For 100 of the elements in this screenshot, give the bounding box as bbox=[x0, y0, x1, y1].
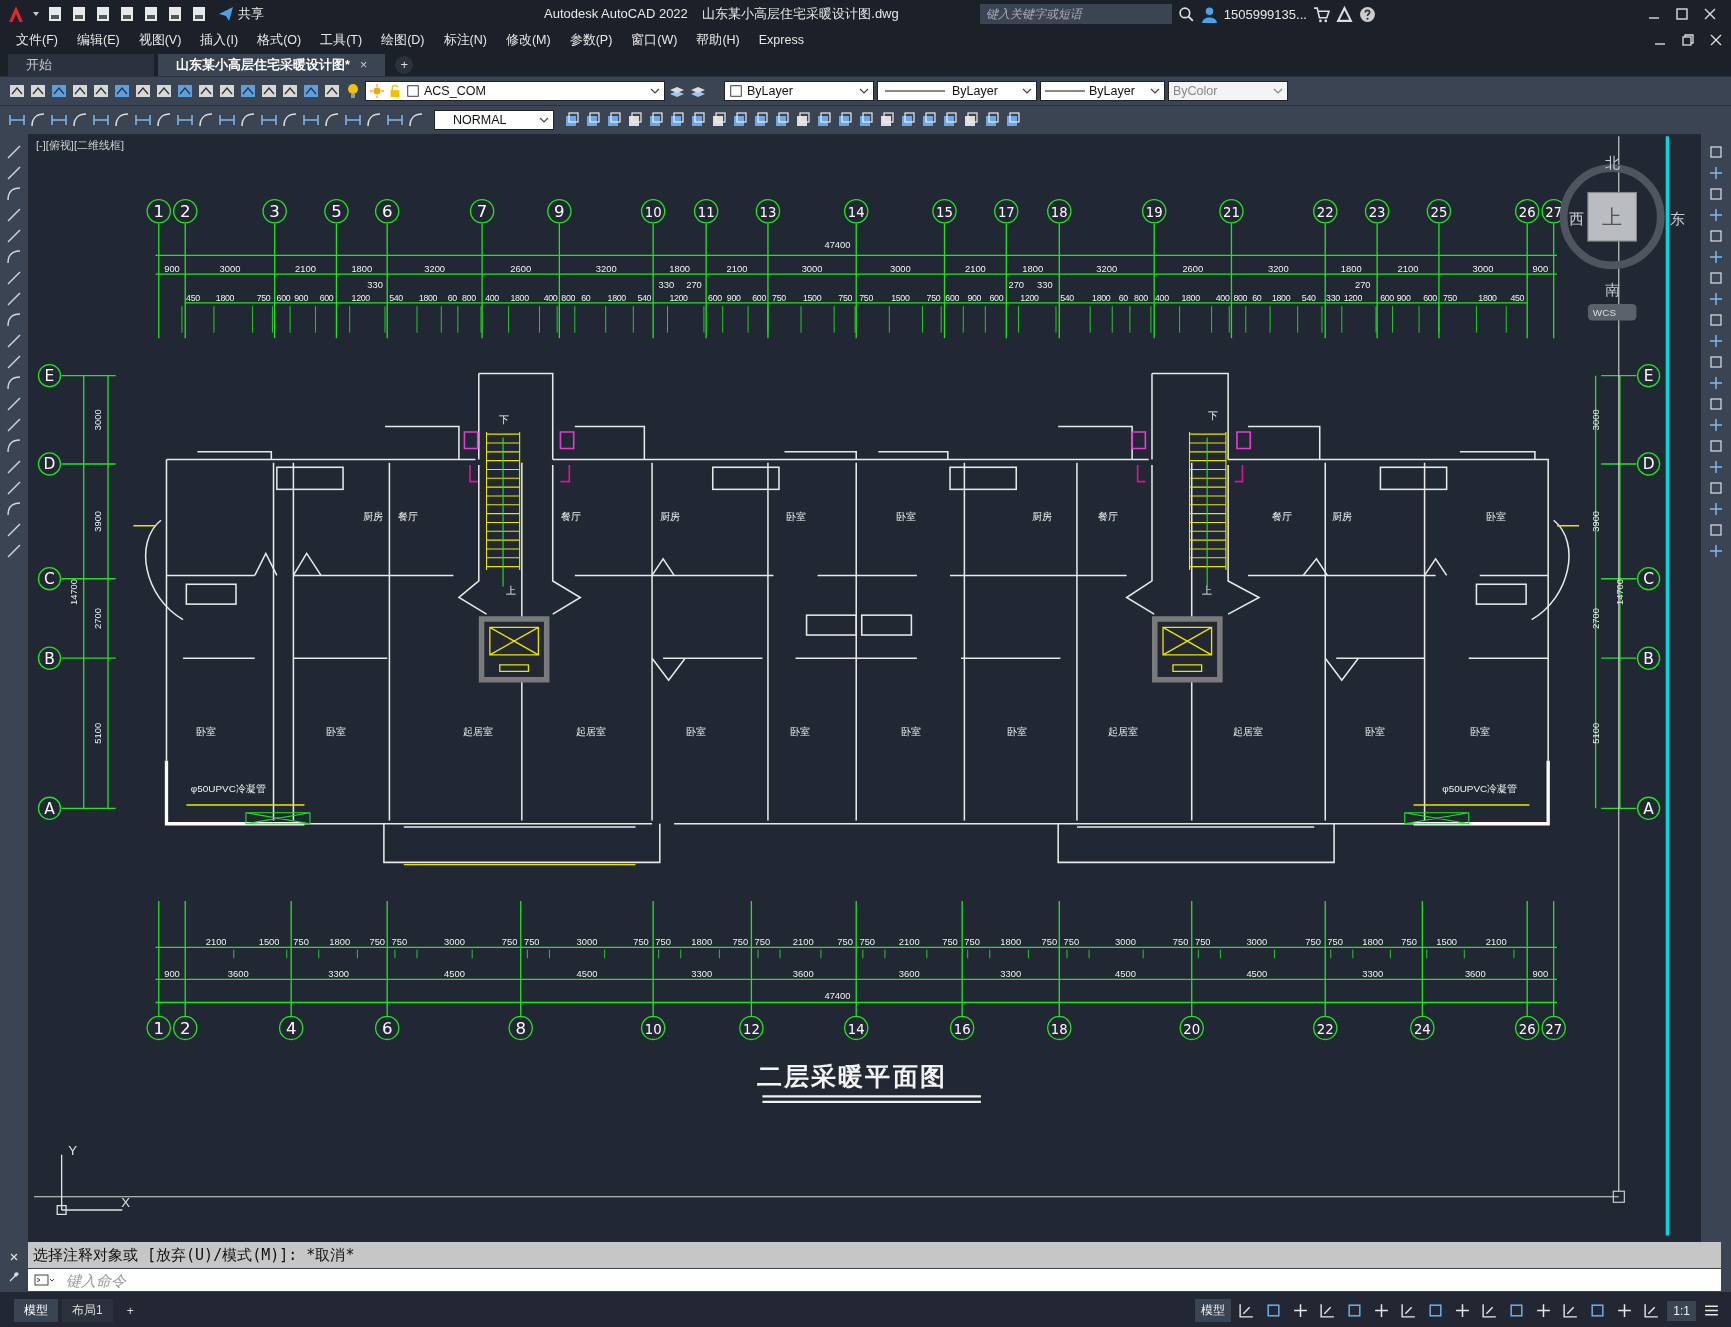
draw-tool-icon[interactable] bbox=[6, 438, 22, 454]
help-icon[interactable] bbox=[1358, 5, 1376, 23]
tool-icon[interactable] bbox=[239, 111, 257, 129]
wrench-icon[interactable] bbox=[9, 1272, 19, 1282]
status-icon[interactable] bbox=[1373, 1302, 1391, 1319]
tool-icon[interactable] bbox=[71, 82, 89, 100]
tool-icon[interactable] bbox=[323, 111, 341, 129]
tool-icon[interactable] bbox=[941, 111, 959, 129]
menu-icon[interactable] bbox=[1703, 1302, 1720, 1319]
tool-icon[interactable] bbox=[197, 111, 215, 129]
lineweight-dropdown[interactable]: ByLayer bbox=[1040, 81, 1165, 101]
tool-icon[interactable] bbox=[281, 82, 299, 100]
tool-icon[interactable] bbox=[260, 82, 278, 100]
tool-icon[interactable] bbox=[920, 111, 938, 129]
close-icon[interactable] bbox=[1709, 33, 1723, 47]
status-icon[interactable] bbox=[1454, 1302, 1472, 1319]
tool-icon[interactable] bbox=[668, 111, 686, 129]
status-icon[interactable] bbox=[1508, 1302, 1526, 1319]
modify-tool-icon[interactable] bbox=[1708, 228, 1724, 244]
status-icon[interactable] bbox=[1238, 1302, 1256, 1319]
draw-tool-icon[interactable] bbox=[6, 291, 22, 307]
file-tab[interactable]: 开始 bbox=[8, 54, 154, 76]
modify-tool-icon[interactable] bbox=[1708, 249, 1724, 265]
modify-tool-icon[interactable] bbox=[1708, 438, 1724, 454]
tool-icon[interactable] bbox=[134, 82, 152, 100]
modify-tool-icon[interactable] bbox=[1708, 291, 1724, 307]
tool-icon[interactable] bbox=[836, 111, 854, 129]
tool-icon[interactable] bbox=[92, 82, 110, 100]
color-dropdown[interactable]: ByLayer bbox=[724, 81, 874, 101]
draw-tool-icon[interactable] bbox=[6, 186, 22, 202]
draw-tool-icon[interactable] bbox=[6, 459, 22, 475]
tool-icon[interactable] bbox=[46, 5, 64, 23]
linetype-dropdown[interactable]: ByLayer bbox=[877, 81, 1037, 101]
layout-tab[interactable]: 布局1 bbox=[62, 1299, 113, 1322]
menu-item[interactable]: Express bbox=[750, 33, 815, 47]
menu-item[interactable]: 绘图(D) bbox=[373, 31, 436, 49]
draw-tool-icon[interactable] bbox=[6, 144, 22, 160]
draw-tool-icon[interactable] bbox=[6, 480, 22, 496]
status-icon[interactable] bbox=[1319, 1302, 1337, 1319]
draw-tool-icon[interactable] bbox=[6, 501, 22, 517]
draw-tool-icon[interactable] bbox=[6, 228, 22, 244]
tool-icon[interactable] bbox=[29, 111, 47, 129]
modify-tool-icon[interactable] bbox=[1708, 354, 1724, 370]
tab-close[interactable]: × bbox=[359, 58, 368, 72]
draw-tool-icon[interactable] bbox=[6, 417, 22, 433]
tool-icon[interactable] bbox=[773, 111, 791, 129]
user-name[interactable]: 1505999135... bbox=[1223, 6, 1307, 22]
text-style-dropdown[interactable]: NORMAL bbox=[434, 110, 554, 130]
status-icon[interactable] bbox=[1481, 1302, 1499, 1319]
tool-icon[interactable] bbox=[8, 82, 26, 100]
close-icon[interactable] bbox=[9, 1252, 19, 1262]
app-logo-icon[interactable] bbox=[6, 4, 26, 24]
tool-icon[interactable] bbox=[857, 111, 875, 129]
tool-icon[interactable] bbox=[626, 111, 644, 129]
tool-icon[interactable] bbox=[323, 82, 341, 100]
draw-tool-icon[interactable] bbox=[6, 375, 22, 391]
menu-item[interactable]: 参数(P) bbox=[561, 31, 624, 49]
modify-tool-icon[interactable] bbox=[1708, 543, 1724, 559]
tool-icon[interactable] bbox=[71, 111, 89, 129]
tool-icon[interactable] bbox=[190, 5, 208, 23]
draw-tool-icon[interactable] bbox=[6, 207, 22, 223]
tool-icon[interactable] bbox=[365, 111, 383, 129]
tool-icon[interactable] bbox=[983, 111, 1001, 129]
draw-tool-icon[interactable] bbox=[6, 522, 22, 538]
tool-icon[interactable] bbox=[94, 5, 112, 23]
draw-tool-icon[interactable] bbox=[6, 354, 22, 370]
file-tab[interactable]: 山东某小高层住宅采暖设计图* × bbox=[158, 54, 386, 76]
prompt-icon[interactable] bbox=[28, 1269, 60, 1291]
tool-icon[interactable] bbox=[142, 5, 160, 23]
tool-icon[interactable] bbox=[878, 111, 896, 129]
draw-tool-icon[interactable] bbox=[6, 543, 22, 559]
caret-icon[interactable] bbox=[32, 10, 40, 18]
tool-icon[interactable] bbox=[815, 111, 833, 129]
tool-icon[interactable] bbox=[794, 111, 812, 129]
tool-icon[interactable] bbox=[166, 5, 184, 23]
user-icon[interactable] bbox=[1200, 5, 1218, 23]
search-icon[interactable] bbox=[1177, 5, 1195, 23]
close-icon[interactable] bbox=[1703, 7, 1717, 21]
layout-tab[interactable]: 模型 bbox=[14, 1299, 58, 1322]
tool-icon[interactable] bbox=[281, 111, 299, 129]
maximize-icon[interactable] bbox=[1675, 7, 1689, 21]
tool-icon[interactable] bbox=[197, 82, 215, 100]
tool-icon[interactable] bbox=[70, 5, 88, 23]
modify-tool-icon[interactable] bbox=[1708, 144, 1724, 160]
search-field[interactable]: 键入关键字或短语 bbox=[979, 4, 1172, 24]
modify-tool-icon[interactable] bbox=[1708, 459, 1724, 475]
layer-dropdown[interactable]: ACS_COM bbox=[365, 81, 665, 101]
restore-icon[interactable] bbox=[1681, 33, 1695, 47]
modify-tool-icon[interactable] bbox=[1708, 480, 1724, 496]
modify-tool-icon[interactable] bbox=[1708, 375, 1724, 391]
view-cube-face[interactable] bbox=[1587, 191, 1637, 242]
tool-icon[interactable] bbox=[899, 111, 917, 129]
viewport-label[interactable]: [-][俯视][二维线框] bbox=[36, 138, 124, 153]
tool-icon[interactable] bbox=[1004, 111, 1022, 129]
menu-item[interactable]: 工具(T) bbox=[312, 31, 374, 49]
tab-label[interactable]: 开始 bbox=[26, 56, 52, 74]
tool-icon[interactable] bbox=[118, 5, 136, 23]
modify-tool-icon[interactable] bbox=[1708, 396, 1724, 412]
modify-tool-icon[interactable] bbox=[1708, 207, 1724, 223]
status-icon[interactable] bbox=[1346, 1302, 1364, 1319]
